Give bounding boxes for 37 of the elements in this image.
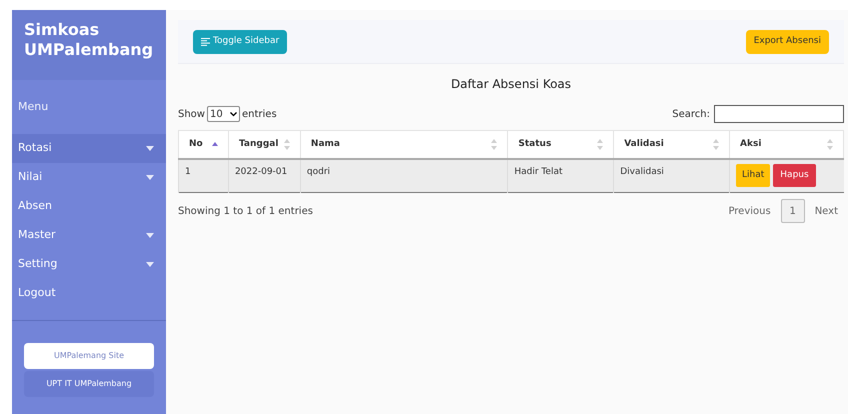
- column-header[interactable]: Aksi: [730, 130, 844, 158]
- previous-link[interactable]: Previous: [722, 204, 777, 218]
- table-cell: 2022-09-01: [228, 158, 300, 192]
- column-header[interactable]: Validasi: [614, 130, 730, 158]
- table-cell: Hadir Telat: [508, 158, 614, 192]
- chevron-down-icon: [230, 112, 237, 116]
- app-title: Simkoas UMPalembang: [24, 20, 154, 60]
- table-cell: Divalidasi: [614, 158, 730, 192]
- table-cell: 1: [178, 158, 228, 192]
- table-info: Showing 1 to 1 of 1 entries: [178, 204, 313, 218]
- table-title: Daftar Absensi Koas: [450, 76, 572, 93]
- column-header[interactable]: Nama: [300, 130, 508, 158]
- sidebar-item[interactable]: Logout: [12, 279, 166, 308]
- column-header[interactable]: No: [178, 130, 228, 158]
- align-left-icon: [201, 38, 210, 46]
- next-link[interactable]: Next: [808, 204, 844, 218]
- toggle-sidebar-button[interactable]: Toggle Sidebar: [193, 30, 288, 54]
- export-button[interactable]: Export Absensi: [746, 30, 829, 54]
- sidebar-item[interactable]: Setting: [12, 250, 166, 279]
- site-link-button[interactable]: UPT IT UMPalembang: [24, 371, 154, 397]
- page-button[interactable]: 1: [780, 199, 805, 223]
- view-button[interactable]: Lihat: [736, 164, 770, 188]
- search-field[interactable]: [714, 105, 844, 123]
- entries-select[interactable]: 10: [206, 106, 240, 122]
- table-cell: qodri: [300, 158, 508, 192]
- show-label: Show: [178, 108, 205, 122]
- delete-button[interactable]: Hapus: [773, 164, 816, 188]
- sidebar-item[interactable]: Absen: [12, 192, 166, 221]
- search-label: Search:: [672, 108, 710, 122]
- site-link-button[interactable]: UMPalemang Site: [24, 343, 154, 369]
- column-header[interactable]: Status: [508, 130, 614, 158]
- sidebar-item[interactable]: Nilai: [12, 163, 166, 192]
- column-header[interactable]: Tanggal: [228, 130, 300, 158]
- entries-label: entries: [242, 108, 277, 122]
- sidebar-item[interactable]: Master: [12, 221, 166, 250]
- menu-heading: Menu: [18, 98, 48, 115]
- sidebar-item[interactable]: Rotasi: [12, 134, 166, 163]
